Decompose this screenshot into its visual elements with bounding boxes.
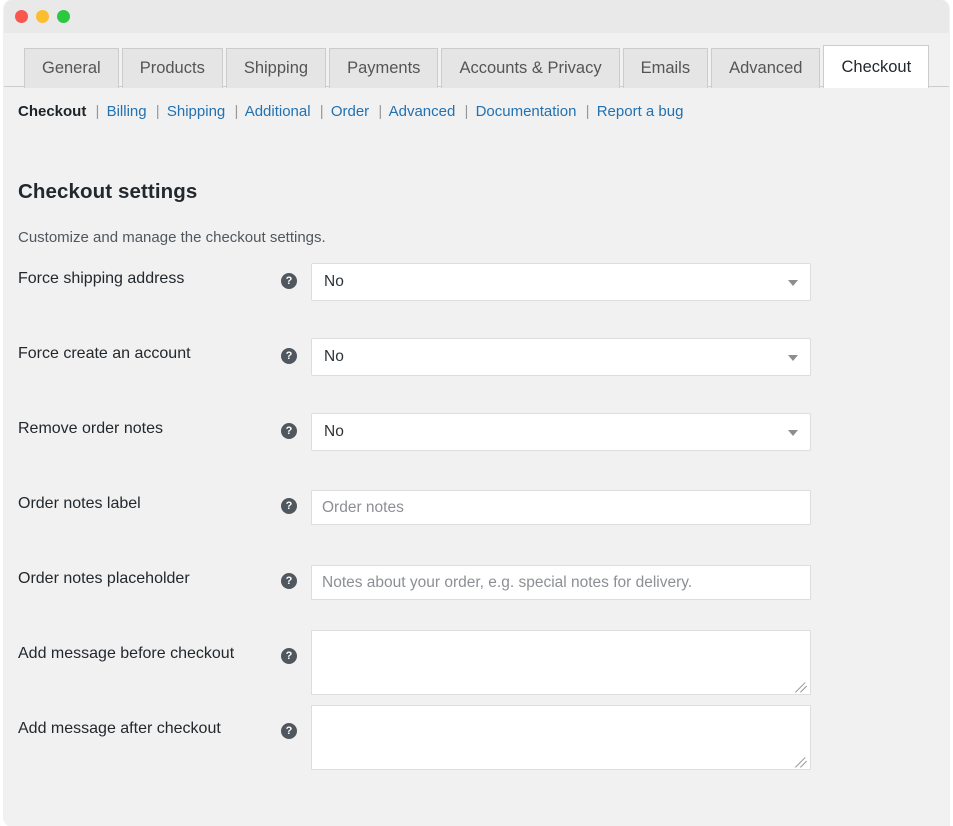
force-create-an-account-select[interactable]: No bbox=[311, 338, 811, 376]
chevron-down-icon bbox=[788, 430, 798, 436]
tab-label: Products bbox=[140, 59, 205, 78]
zoom-button[interactable] bbox=[57, 10, 70, 23]
field-row-force-shipping-address: Force shipping address ? No bbox=[4, 255, 949, 330]
tab-products[interactable]: Products bbox=[122, 48, 223, 88]
field-label: Order notes label bbox=[18, 495, 141, 513]
add-message-after-checkout-textarea[interactable] bbox=[311, 705, 811, 770]
window-titlebar bbox=[4, 0, 949, 33]
tab-shipping[interactable]: Shipping bbox=[226, 48, 326, 88]
settings-tabbar: General Products Shipping Payments Accou… bbox=[4, 45, 949, 87]
resize-handle-icon[interactable] bbox=[795, 754, 809, 768]
field-label: Force shipping address bbox=[18, 270, 184, 288]
help-icon[interactable]: ? bbox=[281, 723, 297, 739]
chevron-down-icon bbox=[788, 355, 798, 361]
tab-advanced[interactable]: Advanced bbox=[711, 48, 820, 88]
tab-label: General bbox=[42, 59, 101, 78]
tab-checkout[interactable]: Checkout bbox=[823, 45, 929, 88]
tab-label: Payments bbox=[347, 59, 420, 78]
field-label: Force create an account bbox=[18, 345, 191, 363]
remove-order-notes-select[interactable]: No bbox=[311, 413, 811, 451]
tab-label: Checkout bbox=[841, 58, 911, 77]
tab-label: Shipping bbox=[244, 59, 308, 78]
subnav-item-billing[interactable]: Billing bbox=[107, 103, 147, 120]
help-icon[interactable]: ? bbox=[281, 423, 297, 439]
input-placeholder: Order notes bbox=[322, 499, 404, 516]
select-value: No bbox=[324, 423, 344, 440]
tab-label: Accounts & Privacy bbox=[459, 59, 601, 78]
subnav-separator: | bbox=[581, 103, 593, 120]
subnav-item-shipping[interactable]: Shipping bbox=[167, 103, 225, 120]
app-window: General Products Shipping Payments Accou… bbox=[4, 0, 949, 826]
field-label: Add message before checkout bbox=[18, 645, 234, 663]
help-icon[interactable]: ? bbox=[281, 573, 297, 589]
close-button[interactable] bbox=[15, 10, 28, 23]
field-label: Add message after checkout bbox=[18, 720, 221, 738]
field-label: Order notes placeholder bbox=[18, 570, 190, 588]
field-label: Remove order notes bbox=[18, 420, 163, 438]
subnav-separator: | bbox=[373, 103, 385, 120]
page-content: General Products Shipping Payments Accou… bbox=[4, 33, 949, 826]
window-controls bbox=[15, 10, 70, 23]
subnav-item-checkout[interactable]: Checkout bbox=[18, 103, 86, 120]
subnav-separator: | bbox=[91, 103, 103, 120]
subnav-item-order[interactable]: Order bbox=[331, 103, 369, 120]
chevron-down-icon bbox=[788, 280, 798, 286]
help-icon[interactable]: ? bbox=[281, 648, 297, 664]
tab-label: Emails bbox=[641, 59, 691, 78]
checkout-settings-form: Force shipping address ? No Force create… bbox=[4, 255, 949, 780]
subnav-item-report-a-bug[interactable]: Report a bug bbox=[597, 103, 684, 120]
input-placeholder: Notes about your order, e.g. special not… bbox=[322, 574, 692, 591]
field-row-add-message-before-checkout: Add message before checkout ? bbox=[4, 630, 949, 705]
page-title: Checkout settings bbox=[18, 180, 197, 204]
select-value: No bbox=[324, 273, 344, 290]
order-notes-label-input[interactable]: Order notes bbox=[311, 490, 811, 525]
help-icon[interactable]: ? bbox=[281, 498, 297, 514]
help-icon[interactable]: ? bbox=[281, 348, 297, 364]
page-description: Customize and manage the checkout settin… bbox=[18, 229, 326, 246]
field-row-order-notes-placeholder: Order notes placeholder ? Notes about yo… bbox=[4, 555, 949, 630]
tab-accounts-privacy[interactable]: Accounts & Privacy bbox=[441, 48, 619, 88]
subnav-separator: | bbox=[151, 103, 163, 120]
tab-general[interactable]: General bbox=[24, 48, 119, 88]
subnav-separator: | bbox=[315, 103, 327, 120]
field-row-add-message-after-checkout: Add message after checkout ? bbox=[4, 705, 949, 780]
field-row-remove-order-notes: Remove order notes ? No bbox=[4, 405, 949, 480]
tab-payments[interactable]: Payments bbox=[329, 48, 438, 88]
subnav-separator: | bbox=[229, 103, 241, 120]
resize-handle-icon[interactable] bbox=[795, 679, 809, 693]
add-message-before-checkout-textarea[interactable] bbox=[311, 630, 811, 695]
select-value: No bbox=[324, 348, 344, 365]
order-notes-placeholder-input[interactable]: Notes about your order, e.g. special not… bbox=[311, 565, 811, 600]
subnav-item-advanced[interactable]: Advanced bbox=[389, 103, 456, 120]
force-shipping-address-select[interactable]: No bbox=[311, 263, 811, 301]
settings-tabs: General Products Shipping Payments Accou… bbox=[24, 45, 932, 87]
field-row-order-notes-label: Order notes label ? Order notes bbox=[4, 480, 949, 555]
tab-emails[interactable]: Emails bbox=[623, 48, 709, 88]
subnav: Checkout | Billing | Shipping | Addition… bbox=[18, 103, 683, 120]
subnav-separator: | bbox=[459, 103, 471, 120]
minimize-button[interactable] bbox=[36, 10, 49, 23]
field-row-force-create-an-account: Force create an account ? No bbox=[4, 330, 949, 405]
subnav-item-additional[interactable]: Additional bbox=[245, 103, 311, 120]
help-icon[interactable]: ? bbox=[281, 273, 297, 289]
subnav-item-documentation[interactable]: Documentation bbox=[476, 103, 577, 120]
tab-label: Advanced bbox=[729, 59, 802, 78]
